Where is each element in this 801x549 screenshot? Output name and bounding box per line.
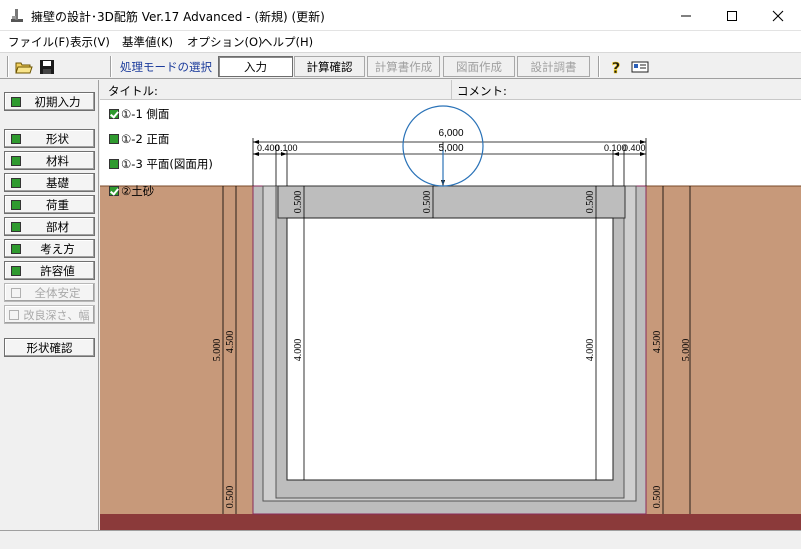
sidebar-item-overall-stability[interactable]: 全体安定 xyxy=(4,283,95,302)
shape-check-button[interactable]: 形状確認 xyxy=(4,338,95,357)
menu-standard-values[interactable]: 基準値(K) xyxy=(122,34,173,50)
open-folder-icon[interactable] xyxy=(13,56,35,77)
maximize-button[interactable] xyxy=(709,0,755,31)
header-divider xyxy=(451,80,452,100)
menu-view[interactable]: 表示(V) xyxy=(70,34,110,50)
drawing-create-button[interactable]: 図面作成 xyxy=(443,56,515,77)
left-panel: 初期入力 形状 材料 基礎 荷重 部材 考え方 許容値 全体安定 改良深さ、幅 … xyxy=(0,80,99,530)
info-card-icon[interactable] xyxy=(629,56,651,77)
sidebar-item-member[interactable]: 部材 xyxy=(4,217,95,236)
title-comment-bar: タイトル: コメント: xyxy=(100,80,801,100)
dim-v-inner-left: 4.000 xyxy=(293,339,304,362)
toolbar-separator xyxy=(110,56,112,77)
input-mode-button[interactable]: 入力 xyxy=(218,56,293,77)
sidebar-item-material[interactable]: 材料 xyxy=(4,151,95,170)
dim-overall: 6,000 xyxy=(438,128,463,139)
dim-left-b: 0.100 xyxy=(275,143,298,153)
soil-right xyxy=(646,186,801,514)
title-label: タイトル: xyxy=(108,84,158,98)
minimize-button[interactable] xyxy=(663,0,709,31)
inner-opening xyxy=(286,217,614,481)
toolbar-separator xyxy=(7,56,9,77)
comment-label: コメント: xyxy=(457,84,507,98)
calc-report-button[interactable]: 計算書作成 xyxy=(367,56,440,77)
dim-v-outer-right-inner: 4.500 xyxy=(652,331,663,354)
initial-input-button[interactable]: 初期入力 xyxy=(4,92,95,111)
toolbar-separator xyxy=(598,56,600,77)
sidebar-item-improvement-depth[interactable]: 改良深さ、幅 xyxy=(4,305,95,324)
menu-help[interactable]: ヘルプ(H) xyxy=(261,34,313,50)
save-disk-icon[interactable] xyxy=(36,56,58,77)
menu-bar: ファイル(F) 表示(V) 基準値(K) オプション(O) ヘルプ(H) xyxy=(0,31,801,52)
dim-v-inner-right: 4.000 xyxy=(585,339,596,362)
layer-item-front-view[interactable]: ①-2 正面 xyxy=(109,131,169,147)
calc-confirm-button[interactable]: 計算確認 xyxy=(294,56,365,77)
design-survey-button[interactable]: 設計調書 xyxy=(517,56,590,77)
toolbar: 処理モードの選択 入力 計算確認 計算書作成 図面作成 設計調書 ? xyxy=(0,52,801,79)
menu-options[interactable]: オプション(O) xyxy=(187,34,263,50)
sidebar-item-approach[interactable]: 考え方 xyxy=(4,239,95,258)
svg-text:?: ? xyxy=(612,59,621,75)
dim-v-bottom-left: 0.500 xyxy=(225,486,236,509)
menu-file[interactable]: ファイル(F) xyxy=(8,34,70,50)
mode-select-label: 処理モードの選択 xyxy=(120,60,212,74)
top-slab xyxy=(277,185,626,219)
sidebar-item-allowable[interactable]: 許容値 xyxy=(4,261,95,280)
drawing-canvas[interactable]: 6,000 5,000 0.400 0.100 0.100 0.400 5.00… xyxy=(100,100,801,530)
dim-inner: 5,000 xyxy=(438,143,463,154)
layer-checkbox-icon[interactable] xyxy=(109,186,119,196)
layer-item-plan-view[interactable]: ①-3 平面(図面用) xyxy=(109,156,213,172)
dim-right-b: 0.400 xyxy=(623,143,646,153)
dim-v-top-slab-center: 0.500 xyxy=(422,191,433,214)
sidebar-item-shape[interactable]: 形状 xyxy=(4,129,95,148)
layer-item-side-view[interactable]: ①-1 側面 xyxy=(109,106,169,122)
dim-v-outer-left-inner: 4.500 xyxy=(225,331,236,354)
dim-v-top-slab-left: 0.500 xyxy=(293,191,304,214)
close-button[interactable] xyxy=(755,0,801,31)
dim-v-outer-right: 5.000 xyxy=(681,339,692,362)
dim-v-outer-left: 5.000 xyxy=(212,339,223,362)
layer-item-soil[interactable]: ②土砂 xyxy=(109,183,154,199)
dim-v-top-slab-right: 0.500 xyxy=(585,191,596,214)
layer-checkbox-icon[interactable] xyxy=(109,159,119,169)
title-bar: 擁壁の設計･3D配筋 Ver.17 Advanced - (新規) (更新) xyxy=(0,0,801,31)
help-question-icon[interactable]: ? xyxy=(605,56,627,77)
sidebar-item-foundation[interactable]: 基礎 xyxy=(4,173,95,192)
sidebar-item-load[interactable]: 荷重 xyxy=(4,195,95,214)
dim-v-bottom-right: 0.500 xyxy=(652,486,663,509)
app-icon xyxy=(9,7,25,23)
base-layer xyxy=(100,514,801,530)
layer-checkbox-icon[interactable] xyxy=(109,109,119,119)
layer-checkbox-icon[interactable] xyxy=(109,134,119,144)
window-title: 擁壁の設計･3D配筋 Ver.17 Advanced - (新規) (更新) xyxy=(31,10,325,24)
status-bar xyxy=(0,530,801,549)
